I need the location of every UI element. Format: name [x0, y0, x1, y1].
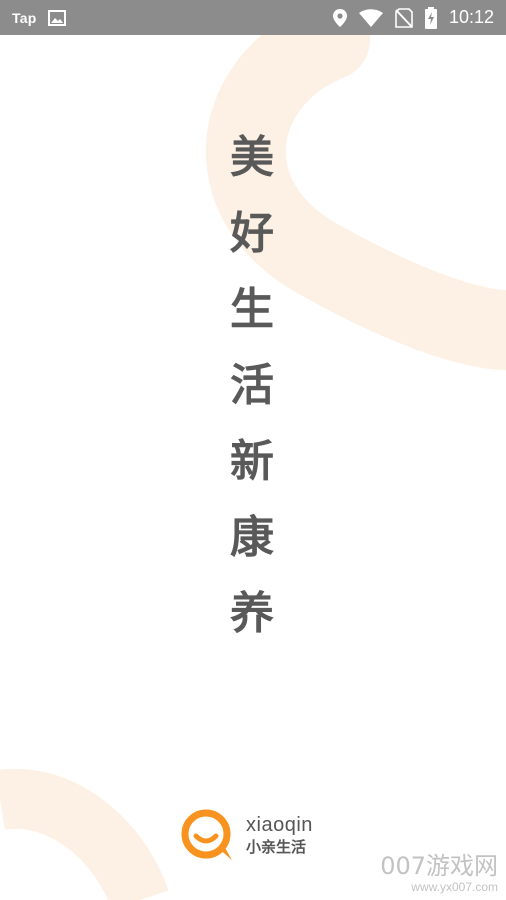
watermark-url: www.yx007.com [411, 880, 498, 894]
slogan-char: 好 [230, 208, 274, 259]
brand-name-cn: 小亲生活 [246, 838, 307, 856]
brand-logo: xiaoqin 小亲生活 [180, 808, 313, 864]
status-bar: Tap 10:12 [0, 0, 506, 35]
slogan-char: 养 [230, 588, 274, 639]
watermark: 007游戏网 www.yx007.com [380, 852, 498, 894]
watermark-text: 007游戏网 [380, 852, 498, 880]
slogan-char: 活 [230, 360, 274, 411]
slogan-char: 生 [230, 284, 274, 335]
brand-name-en: xiaoqin [246, 814, 313, 836]
slogan-char: 新 [230, 436, 274, 487]
location-icon [332, 8, 347, 27]
wifi-icon [358, 8, 383, 27]
status-bar-left: Tap [12, 0, 67, 35]
brand-text: xiaoqin 小亲生活 [246, 814, 313, 858]
battery-charging-icon [424, 6, 437, 29]
status-bar-right: 10:12 [332, 0, 494, 35]
slogan-char: 美 [230, 132, 274, 183]
image-icon [48, 9, 67, 26]
status-clock: 10:12 [448, 7, 494, 27]
no-sim-icon [395, 7, 413, 28]
slogan-char: 康 [230, 512, 274, 563]
status-tap-label: Tap [12, 9, 37, 26]
vertical-slogan: 美 好 生 活 新 康 养 [222, 120, 282, 652]
q-speech-bubble-icon [180, 808, 236, 864]
